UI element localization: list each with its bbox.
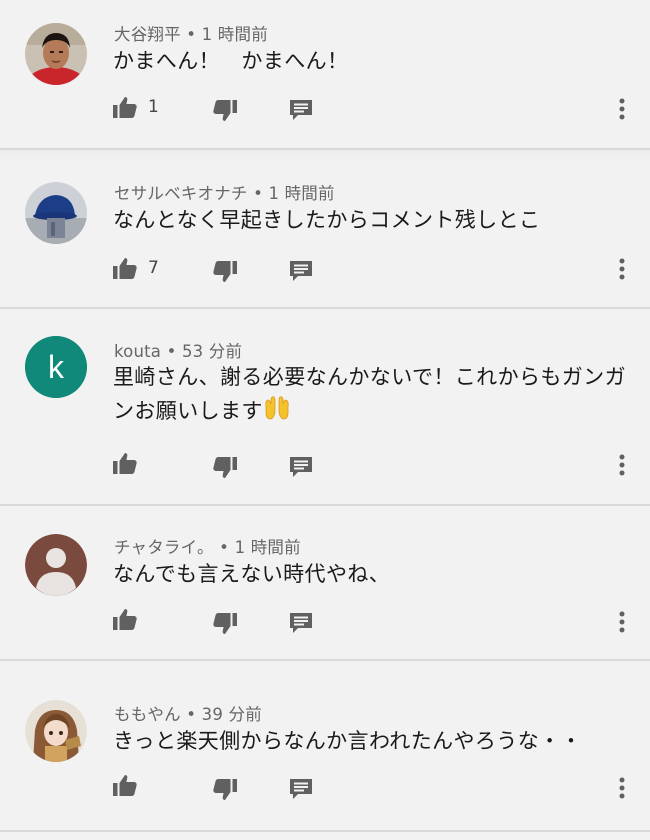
more-options-button[interactable] [618, 611, 626, 633]
author-name[interactable]: 大谷翔平 [114, 25, 181, 44]
comment-item: チャタライ。 • 1 時間前 なんでも言えない時代やね、 [0, 506, 650, 659]
comment-item: 大谷翔平 • 1 時間前 かまへん！ かまへん！ 1 [0, 0, 650, 148]
author-name[interactable]: セサルベキオナチ [114, 184, 248, 203]
more-vert-icon [618, 258, 626, 280]
separator-dot: • [219, 538, 230, 557]
dislike-button[interactable] [213, 457, 237, 479]
photo-person-red-shirt-icon [25, 23, 87, 85]
dislike-button[interactable] [213, 100, 237, 122]
reply-button[interactable] [290, 779, 312, 799]
reply-button[interactable] [290, 613, 312, 633]
reply-button[interactable] [290, 261, 312, 281]
thumbs-up-icon [113, 96, 137, 118]
separator-dot: • [186, 25, 197, 44]
dislike-button[interactable] [213, 613, 237, 635]
like-count: 1 [148, 97, 159, 117]
comment-meta: セサルベキオナチ • 1 時間前 [114, 180, 335, 204]
author-name[interactable]: kouta [114, 342, 161, 361]
comment-icon [290, 457, 312, 477]
avatar[interactable] [25, 700, 87, 762]
avatar[interactable] [25, 23, 87, 85]
like-button[interactable]: 7 [113, 257, 159, 279]
like-button[interactable] [113, 452, 137, 474]
comment-meta: kouta • 53 分前 [114, 338, 242, 362]
comment-text: かまへん！ かまへん！ [113, 49, 349, 73]
comment-meta: チャタライ。 • 1 時間前 [114, 534, 301, 558]
reply-button[interactable] [290, 100, 312, 120]
thumbs-down-icon [213, 261, 237, 283]
raised-hands-emoji [263, 395, 291, 431]
more-vert-icon [618, 777, 626, 799]
more-options-button[interactable] [618, 777, 626, 799]
comment-item: セサルベキオナチ • 1 時間前 なんとなく早起きしたからコメント残しとこ 7 [0, 162, 650, 307]
author-name[interactable]: チャタライ。 [114, 538, 214, 557]
letter-avatar-icon: k [25, 336, 87, 398]
divider [0, 830, 650, 832]
timestamp[interactable]: 1 時間前 [268, 184, 334, 203]
thumbs-up-icon [113, 608, 137, 630]
divider [0, 148, 650, 162]
like-count: 7 [148, 258, 159, 278]
comment-text: 里崎さん、謝る必要なんかないで！これからもガンガンお願いします [113, 360, 628, 431]
more-vert-icon [618, 454, 626, 476]
dislike-button[interactable] [213, 779, 237, 801]
comment-meta: ももやん • 39 分前 [114, 701, 262, 725]
avatar[interactable]: k [25, 336, 87, 398]
separator-dot: • [186, 705, 197, 724]
thumbs-up-icon [113, 774, 137, 796]
comment-icon [290, 261, 312, 281]
thumbs-down-icon [213, 457, 237, 479]
comment-item: k kouta • 53 分前 里崎さん、謝る必要なんかないで！これからもガンガ… [0, 309, 650, 504]
avatar[interactable] [25, 182, 87, 244]
thumbs-down-icon [213, 100, 237, 122]
more-vert-icon [618, 98, 626, 120]
like-button[interactable] [113, 774, 137, 796]
comment-text: きっと楽天側からなんか言われたんやろうな・・ [113, 729, 582, 753]
thumbs-up-icon [113, 257, 137, 279]
comment-meta: 大谷翔平 • 1 時間前 [114, 21, 268, 45]
timestamp[interactable]: 1 時間前 [235, 538, 301, 557]
comment-icon [290, 100, 312, 120]
dislike-button[interactable] [213, 261, 237, 283]
comment-icon [290, 613, 312, 633]
reply-button[interactable] [290, 457, 312, 477]
thumbs-down-icon [213, 779, 237, 801]
photo-anime-girl-icon [25, 700, 87, 762]
comment-item: ももやん • 39 分前 きっと楽天側からなんか言われたんやろうな・・ [0, 661, 650, 830]
photo-blue-cap-icon [25, 182, 87, 244]
timestamp[interactable]: 1 時間前 [202, 25, 268, 44]
thumbs-down-icon [213, 613, 237, 635]
comment-text: なんとなく早起きしたからコメント残しとこ [113, 208, 541, 232]
more-options-button[interactable] [618, 258, 626, 280]
author-name[interactable]: ももやん [114, 705, 181, 724]
avatar[interactable] [25, 534, 87, 596]
timestamp[interactable]: 39 分前 [202, 705, 262, 724]
comment-icon [290, 779, 312, 799]
separator-dot: • [166, 342, 177, 361]
timestamp[interactable]: 53 分前 [182, 342, 242, 361]
like-button[interactable]: 1 [113, 96, 159, 118]
more-vert-icon [618, 611, 626, 633]
separator-dot: • [253, 184, 263, 203]
thumbs-up-icon [113, 452, 137, 474]
avatar-letter: k [48, 349, 65, 385]
more-options-button[interactable] [618, 454, 626, 476]
comment-text-content: 里崎さん、謝る必要なんかないで！これからもガンガンお願いします [113, 365, 626, 423]
comment-text: なんでも言えない時代やね、 [113, 562, 391, 586]
like-button[interactable] [113, 608, 137, 630]
more-options-button[interactable] [618, 98, 626, 120]
default-person-icon [25, 534, 87, 596]
